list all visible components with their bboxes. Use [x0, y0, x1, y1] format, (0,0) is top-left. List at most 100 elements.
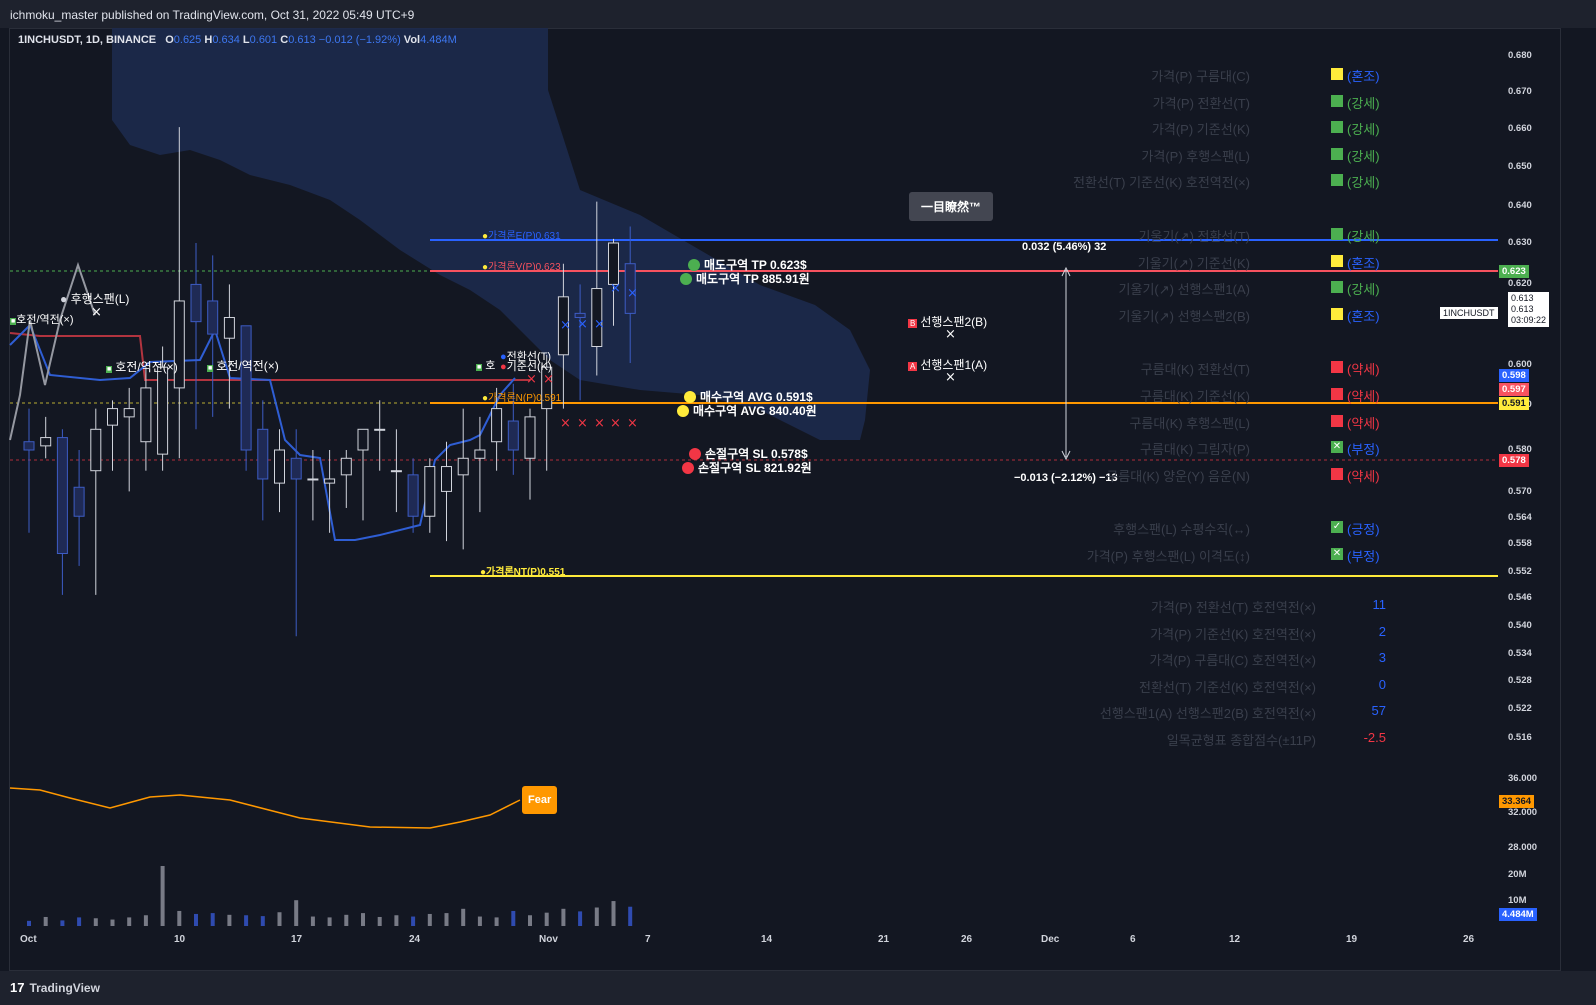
- status-label: 구름대(K) 후행스팬(L): [1129, 415, 1250, 431]
- status-value: (혼조): [1347, 255, 1380, 271]
- candle-body: [140, 387, 152, 443]
- badge-623: 0.623: [1499, 265, 1529, 278]
- tp-krw-label: 매도구역 TP 885.91원: [680, 270, 810, 287]
- tv-logo-icon: 17: [10, 980, 25, 995]
- candle-body: [290, 457, 302, 480]
- kijun-text: 기준선(K): [506, 361, 552, 373]
- close-key: C: [280, 34, 289, 46]
- status-square-icon: ✕: [1331, 548, 1343, 560]
- badge-597: 0.597: [1499, 383, 1529, 396]
- brand-text: TradingView: [29, 981, 100, 995]
- count-value: 2: [1378, 623, 1386, 639]
- cross-label-2: ■ 호전/역전(×): [106, 358, 178, 375]
- candle-body: [524, 416, 536, 459]
- candle-body: [56, 437, 68, 554]
- cross-tag-icon: ■: [207, 365, 214, 372]
- volume-bar: [160, 866, 165, 926]
- cross-label-4: ■ 호: [476, 357, 495, 373]
- volume-bar: [477, 916, 482, 926]
- volume-bar: [561, 908, 566, 926]
- status-label: 구름대(K) 그림자(P): [1139, 442, 1250, 458]
- status-value: (부정): [1347, 549, 1380, 564]
- x-marker-icon: ×: [577, 317, 588, 332]
- status-square-icon: [1331, 361, 1343, 374]
- time-tick: 26: [961, 934, 973, 945]
- avg-krw-label: 매수구역 AVG 840.40원: [677, 402, 817, 419]
- volume-bar: [544, 912, 549, 926]
- count-value: 11: [1372, 597, 1387, 612]
- volume-bar: [227, 914, 232, 926]
- price-tick: 0.534: [1508, 648, 1532, 659]
- candle-body: [207, 300, 219, 335]
- cross-text-1: 호전/역전(×): [16, 314, 74, 326]
- candle-body: [441, 466, 452, 492]
- x-marker-icon: ×: [627, 416, 638, 431]
- volume-bar: [260, 916, 265, 926]
- footer-bar: 17 TradingView: [0, 971, 1596, 1005]
- candle-body: [474, 449, 486, 459]
- volume-bar: [110, 919, 115, 926]
- change-value: −0.012 (−1.92%): [318, 34, 401, 46]
- e-line-text: 가격론E(P)0.631: [488, 231, 561, 242]
- time-tick: Dec: [1041, 934, 1060, 945]
- nt-line-text: 가격론NT(P)0.551: [486, 567, 566, 578]
- time-tick: 21: [878, 934, 890, 945]
- volume-bar: [93, 918, 98, 926]
- badge-fg: 33.364: [1499, 795, 1535, 808]
- x-marker-icon: ×: [577, 416, 588, 431]
- cross-tag-icon: ■: [476, 364, 483, 371]
- status-value: (혼조): [1347, 308, 1380, 324]
- status-label: 가격(P) 전환선(T): [1152, 95, 1250, 111]
- status-label: 기울기(↗) 선행스팬2(B): [1118, 308, 1250, 324]
- volume-bar: [427, 913, 432, 926]
- candle-body: [324, 478, 336, 484]
- fear-badge: Fear: [522, 786, 558, 814]
- volume-bar: [310, 916, 315, 926]
- kijun-label: ●기준선(K): [500, 358, 552, 374]
- cross-text-2: 호전/역전(×): [115, 360, 178, 374]
- status-label: 후행스팬(L) 수평수직(↔): [1113, 522, 1250, 538]
- x-marker-icon: ×: [594, 317, 605, 332]
- time-tick: 14: [761, 934, 773, 945]
- cross-text-3: 호전/역전(×): [216, 359, 279, 373]
- volume-bar: [594, 907, 599, 926]
- count-label: 가격(P) 구름대(C) 호전역전(×): [1149, 653, 1317, 669]
- price-tick: 10M: [1508, 895, 1527, 906]
- sl-krw-text: 손절구역 SL 821.92원: [698, 461, 812, 475]
- volume-bar: [327, 917, 332, 926]
- candle-body: [274, 449, 285, 484]
- status-label: 구름대(K) 전환선(T): [1140, 362, 1250, 378]
- volume-bar: [277, 912, 282, 926]
- status-square-icon: [1331, 68, 1343, 80]
- white-dot-icon: ●: [60, 292, 68, 306]
- status-square-icon: [1331, 121, 1343, 134]
- volume-bar: [494, 917, 499, 926]
- brand-tooltip: 一目瞭然™: [909, 192, 994, 221]
- candle-body: [507, 420, 519, 451]
- price-tick: 0.546: [1508, 592, 1532, 603]
- candle-body: [424, 466, 436, 517]
- time-tick: Nov: [539, 934, 558, 945]
- volume-bars: [27, 866, 633, 926]
- count-value: 3: [1378, 650, 1386, 666]
- time-tick: 17: [291, 934, 303, 945]
- candle-body: [190, 283, 202, 323]
- volume-bar: [194, 913, 198, 926]
- volume-bar: [511, 910, 516, 926]
- status-label: 전환선(T) 기준선(K) 호전역전(×): [1072, 175, 1250, 191]
- close-price-1: 0.613: [1511, 293, 1534, 303]
- x-marker-icon: ×: [91, 305, 102, 320]
- symbol-label[interactable]: 1INCHUSDT, 1D, BINANCE: [18, 34, 156, 46]
- count-label: 가격(P) 전환선(T) 호전역전(×): [1150, 600, 1316, 615]
- volume-bar: [27, 920, 31, 926]
- cross-label-3: ■ 호전/역전(×): [207, 357, 279, 374]
- candle-body: [457, 457, 469, 476]
- price-tick: 32.000: [1508, 807, 1538, 818]
- status-label: 가격(P) 후행스팬(L): [1141, 148, 1250, 164]
- price-tick: 0.564: [1508, 512, 1532, 523]
- status-value: (약세): [1347, 362, 1380, 378]
- status-label: 가격(P) 기준선(K): [1151, 122, 1250, 138]
- status-value: (강세): [1347, 148, 1380, 164]
- status-value: (약세): [1347, 415, 1380, 431]
- tradingview-logo[interactable]: 17 TradingView: [10, 980, 100, 995]
